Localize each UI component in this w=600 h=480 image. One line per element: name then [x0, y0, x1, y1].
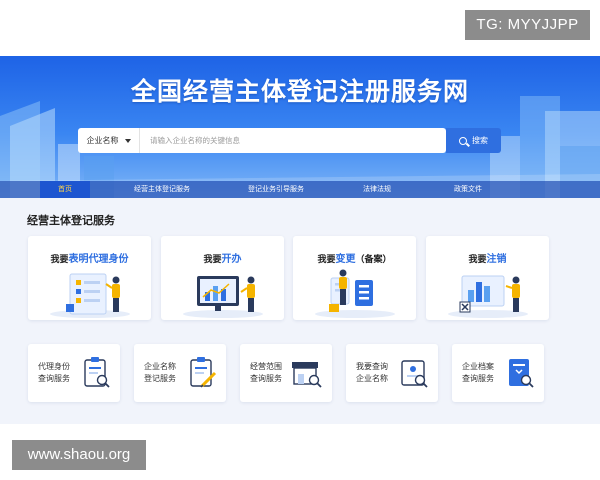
card-label: 企业名称 登记服务: [144, 362, 176, 383]
card-label: 我要表明代理身份: [50, 254, 129, 265]
storefront-search-icon: [292, 362, 322, 388]
monitor-chart-illustration-icon: [183, 276, 263, 318]
agent-document-illustration-icon: [50, 273, 130, 318]
nav-item-policies[interactable]: 政策文件: [443, 181, 493, 198]
card-modify-filing[interactable]: 我要变更（备案）: [293, 236, 416, 320]
search-button-label: 搜索: [472, 136, 488, 145]
search-icon: [459, 136, 467, 145]
top-watermark: TG: MYYJJPP: [465, 10, 590, 40]
deregister-board-illustration-icon: [448, 275, 528, 318]
main-content: 经营主体登记服务 我要表明代理身份 我要开办 我要变更（备案） 我要注销 代理身…: [0, 198, 600, 424]
section-title: 经营主体登记服务: [27, 215, 115, 227]
nav-item-laws[interactable]: 法律法规: [352, 181, 402, 198]
card-company-name-registration[interactable]: 企业名称 登记服务: [134, 344, 226, 402]
card-label: 经营范围 查询服务: [250, 362, 282, 383]
id-card-search-icon: [401, 360, 428, 388]
card-deregister[interactable]: 我要注销: [426, 236, 549, 320]
card-label: 代理身份 查询服务: [38, 362, 70, 383]
document-change-illustration-icon: [315, 269, 395, 318]
archive-search-icon: [509, 359, 534, 388]
card-label: 企业档案 查询服务: [462, 362, 494, 383]
site-title: 全国经营主体登记注册服务网: [130, 78, 469, 106]
card-company-archive-query[interactable]: 企业档案 查询服务: [452, 344, 544, 402]
search-type-label: 企业名称: [86, 136, 119, 145]
clipboard-search-icon: [84, 357, 110, 388]
card-business-scope-query[interactable]: 经营范围 查询服务: [240, 344, 332, 402]
card-label: 我要变更（备案）: [317, 254, 392, 265]
search-bar: 企业名称: [78, 128, 446, 153]
card-establish[interactable]: 我要开办: [161, 236, 284, 320]
search-input[interactable]: [140, 129, 446, 152]
card-label: 我要开办: [203, 254, 242, 265]
nav-item-registration-service[interactable]: 经营主体登记服务: [122, 181, 202, 198]
card-label: 我要查询 企业名称: [356, 362, 388, 383]
card-label: 我要注销: [468, 254, 507, 265]
main-nav: 首页 经营主体登记服务 登记业务引导服务 法律法规 政策文件: [0, 181, 600, 198]
clipboard-edit-icon: [190, 357, 217, 388]
search-type-select[interactable]: 企业名称: [78, 128, 140, 153]
nav-item-business-guide[interactable]: 登记业务引导服务: [236, 181, 316, 198]
chevron-down-icon: [124, 138, 131, 143]
card-agent-identity[interactable]: 我要表明代理身份: [28, 236, 151, 320]
page-root: TG: MYYJJPP 全国经营主体登记注册服务网 企业名称 搜索 首页: [0, 0, 600, 480]
card-agent-identity-query[interactable]: 代理身份 查询服务: [28, 344, 120, 402]
bottom-watermark: www.shaou.org: [12, 440, 146, 470]
header-banner: 全国经营主体登记注册服务网 企业名称 搜索: [0, 56, 600, 198]
card-query-company-name[interactable]: 我要查询 企业名称: [346, 344, 438, 402]
search-button[interactable]: 搜索: [446, 128, 501, 153]
nav-item-home[interactable]: 首页: [40, 181, 90, 198]
